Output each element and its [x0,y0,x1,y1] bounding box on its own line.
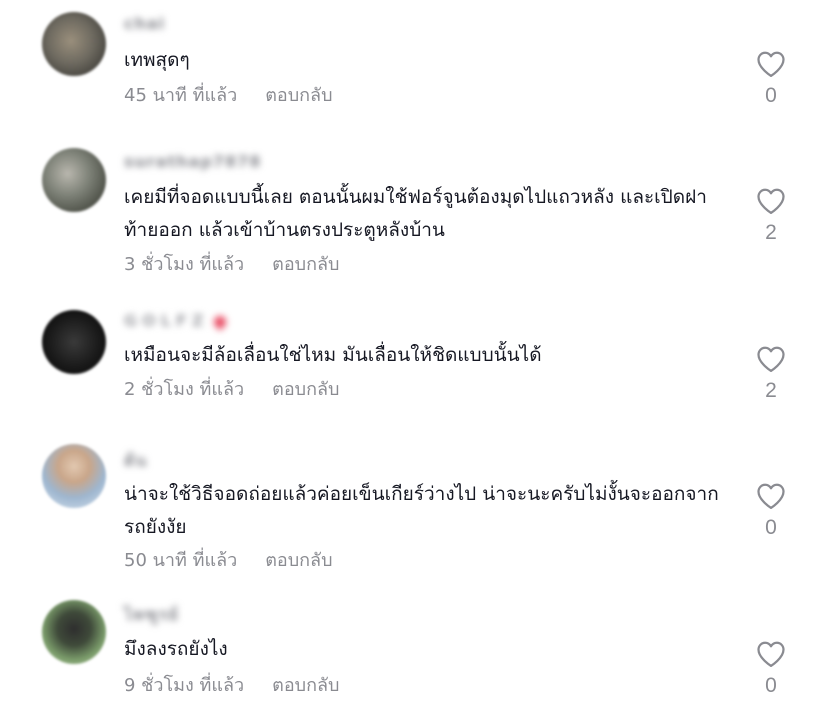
comment-username[interactable]: GOLFZ [124,311,229,330]
heart-outline-icon[interactable] [756,482,786,510]
like-count: 2 [765,379,777,402]
heart-outline-icon[interactable] [756,187,786,215]
reply-button[interactable]: ตอบกลับ [272,379,339,400]
comment-text: เคยมีที่จอดแบบนี้เลย ตอนนั้นผมใช้ฟอร์จูน… [124,186,707,241]
like-count: 0 [765,674,777,697]
username-text[interactable]: GOLFZ [124,311,208,330]
comment-meta: 50 นาที ที่แล้ว ตอบกลับ [124,545,333,574]
reply-button[interactable]: ตอบกลับ [272,254,339,275]
heart-outline-icon[interactable] [756,640,786,668]
comment-timestamp: 50 นาที ที่แล้ว [124,550,238,571]
heart-badge-icon [211,313,229,330]
comment-text: มึงลงรถยังไง [124,638,228,660]
heart-outline-icon[interactable] [756,345,786,373]
like-button[interactable]: 2 [748,187,794,245]
comment-username[interactable]: ต้น [124,449,147,474]
reply-button[interactable]: ตอบกลับ [265,550,332,571]
comment-text: เทพสุดๆ [124,49,190,71]
comment-meta: 9 ชั่วโมง ที่แล้ว ตอบกลับ [124,670,339,699]
comment-timestamp: 2 ชั่วโมง ที่แล้ว [124,379,245,400]
reply-button[interactable]: ตอบกลับ [272,675,339,696]
comment-text: น่าจะใช้วิธีจอดถ่อยแล้วค่อยเข็นเกียร์ว่า… [124,483,719,538]
like-button[interactable]: 2 [748,345,794,403]
comment-meta: 3 ชั่วโมง ที่แล้ว ตอบกลับ [124,249,339,278]
like-button[interactable]: 0 [748,50,794,108]
reply-button[interactable]: ตอบกลับ [265,85,332,106]
avatar[interactable] [42,148,106,212]
comment-meta: 2 ชั่วโมง ที่แล้ว ตอบกลับ [124,374,339,403]
comment-timestamp: 45 นาที ที่แล้ว [124,85,238,106]
comment-username[interactable]: surathap7878 [124,152,261,171]
avatar[interactable] [42,310,106,374]
heart-outline-icon[interactable] [756,50,786,78]
like-button[interactable]: 0 [748,482,794,540]
comment-username[interactable]: chai [124,14,165,33]
comment-meta: 45 นาที ที่แล้ว ตอบกลับ [124,80,333,109]
avatar[interactable] [42,12,106,76]
like-count: 0 [765,84,777,107]
comment-timestamp: 3 ชั่วโมง ที่แล้ว [124,254,245,275]
avatar[interactable] [42,600,106,664]
comment-timestamp: 9 ชั่วโมง ที่แล้ว [124,675,245,696]
like-count: 2 [765,221,777,244]
avatar[interactable] [42,444,106,508]
comment-username[interactable]: ไพฑูรย์ [124,603,179,628]
like-count: 0 [765,516,777,539]
comment-text: เหมือนจะมีล้อเลื่อนใช่ไหม มันเลื่อนให้ชิ… [124,344,542,366]
like-button[interactable]: 0 [748,640,794,698]
